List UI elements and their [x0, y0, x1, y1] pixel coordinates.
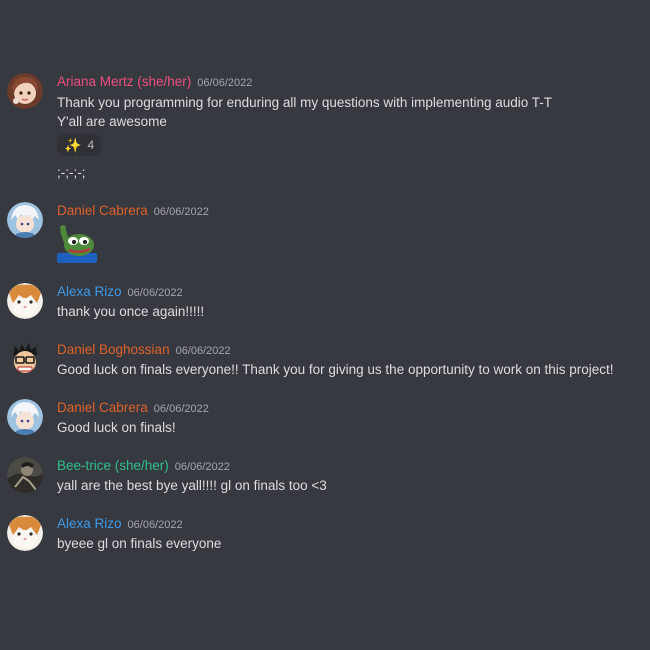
- author-name[interactable]: Ariana Mertz (she/her): [57, 74, 191, 89]
- anime-girl-avatar-icon[interactable]: [7, 73, 43, 109]
- message-header: Bee-trice (she/her) 06/06/2022: [57, 457, 230, 476]
- message-timestamp: 06/06/2022: [127, 287, 183, 299]
- message-header: Ariana Mertz (she/her) 06/06/2022: [57, 73, 252, 92]
- message-text: byeee gl on finals everyone: [57, 536, 222, 551]
- message-timestamp: 06/06/2022: [174, 461, 230, 473]
- message-timestamp: 06/06/2022: [175, 345, 231, 357]
- message-text: Good luck on finals!: [57, 420, 176, 435]
- author-name[interactable]: Daniel Boghossian: [57, 342, 170, 357]
- pepe-wave-sticker[interactable]: [57, 223, 99, 263]
- dark-character-avatar-icon[interactable]: [7, 457, 43, 493]
- message-header: Daniel Cabrera 06/06/2022: [57, 399, 209, 418]
- chat-message-list: Ariana Mertz (she/her) 06/06/2022 Thank y…: [0, 0, 650, 650]
- author-name[interactable]: Daniel Cabrera: [57, 400, 148, 415]
- message-timestamp: 06/06/2022: [127, 519, 183, 531]
- glasses-character-avatar-icon[interactable]: [7, 341, 43, 377]
- author-name[interactable]: Alexa Rizo: [57, 516, 122, 531]
- message-header: Daniel Cabrera 06/06/2022: [57, 202, 209, 221]
- message-text: Y'all are awesome: [57, 114, 167, 129]
- message-header: Daniel Boghossian 06/06/2022: [57, 341, 231, 360]
- white-haired-avatar-icon[interactable]: [7, 202, 43, 238]
- author-name[interactable]: Alexa Rizo: [57, 284, 122, 299]
- message-text: Thank you programming for enduring all m…: [57, 95, 552, 110]
- sparkles-icon: ✨: [64, 136, 82, 153]
- message-text: thank you once again!!!!!: [57, 304, 205, 319]
- white-haired-avatar-icon[interactable]: [7, 399, 43, 435]
- message-text: yall are the best bye yall!!!! gl on fin…: [57, 478, 327, 493]
- message-timestamp: 06/06/2022: [153, 206, 209, 218]
- message-header: Alexa Rizo 06/06/2022: [57, 283, 183, 302]
- message-header: Alexa Rizo 06/06/2022: [57, 515, 183, 534]
- reaction-count: 4: [87, 138, 95, 152]
- message-text: ;-;-;-;: [57, 165, 86, 180]
- hamster-avatar-icon[interactable]: [7, 515, 43, 551]
- hamster-avatar-icon[interactable]: [7, 283, 43, 319]
- message-timestamp: 06/06/2022: [153, 403, 209, 415]
- author-name[interactable]: Bee-trice (she/her): [57, 458, 169, 473]
- author-name[interactable]: Daniel Cabrera: [57, 203, 148, 218]
- message-timestamp: 06/06/2022: [197, 77, 253, 89]
- message-text: Good luck on finals everyone!! Thank you…: [57, 362, 614, 377]
- reaction-button[interactable]: ✨ 4: [57, 134, 102, 156]
